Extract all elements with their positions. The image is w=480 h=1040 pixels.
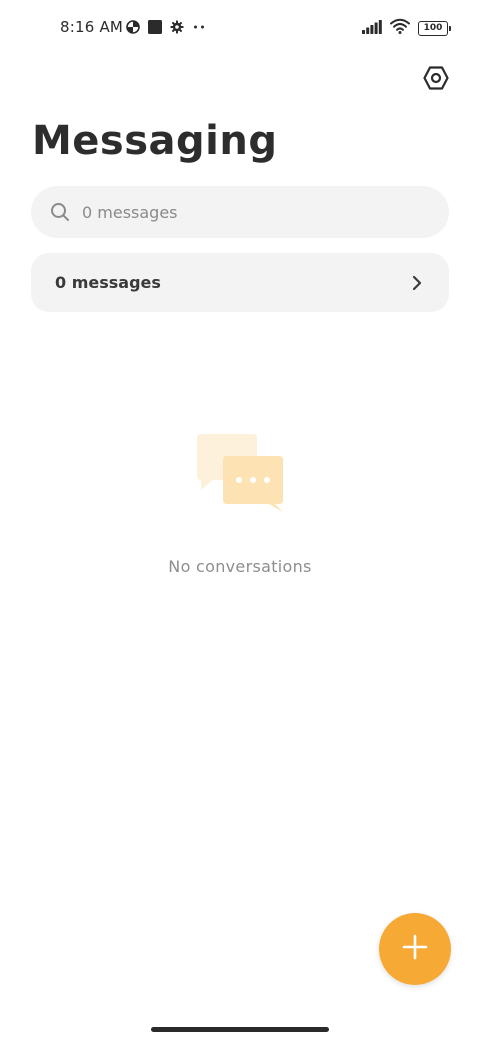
status-notification-icons [126, 19, 206, 38]
empty-state-text: No conversations [168, 557, 312, 576]
status-system-icons: 100 [362, 18, 451, 38]
search-bar[interactable] [31, 186, 449, 238]
plus-icon [401, 933, 429, 965]
wifi-icon [390, 18, 410, 38]
battery-icon: 100 [418, 20, 451, 36]
hexagon-settings-icon [423, 65, 449, 95]
search-icon [50, 202, 70, 222]
status-bar: 8:16 AM 100 [0, 14, 480, 42]
search-input[interactable] [82, 202, 422, 222]
data-saver-icon [126, 19, 140, 38]
more-dots-icon [192, 19, 206, 38]
square-notification-icon [148, 19, 162, 38]
chevron-right-icon [409, 275, 425, 291]
home-indicator[interactable] [151, 1027, 329, 1032]
chat-bubbles-icon [195, 432, 287, 514]
page-title: Messaging [32, 118, 278, 164]
messages-row-label: 0 messages [55, 273, 161, 292]
new-conversation-button[interactable] [379, 913, 451, 985]
settings-button[interactable] [420, 64, 452, 96]
gear-notification-icon [170, 19, 184, 38]
status-time: 8:16 AM [60, 18, 124, 36]
signal-icon [362, 19, 382, 38]
messages-row[interactable]: 0 messages [31, 253, 449, 312]
